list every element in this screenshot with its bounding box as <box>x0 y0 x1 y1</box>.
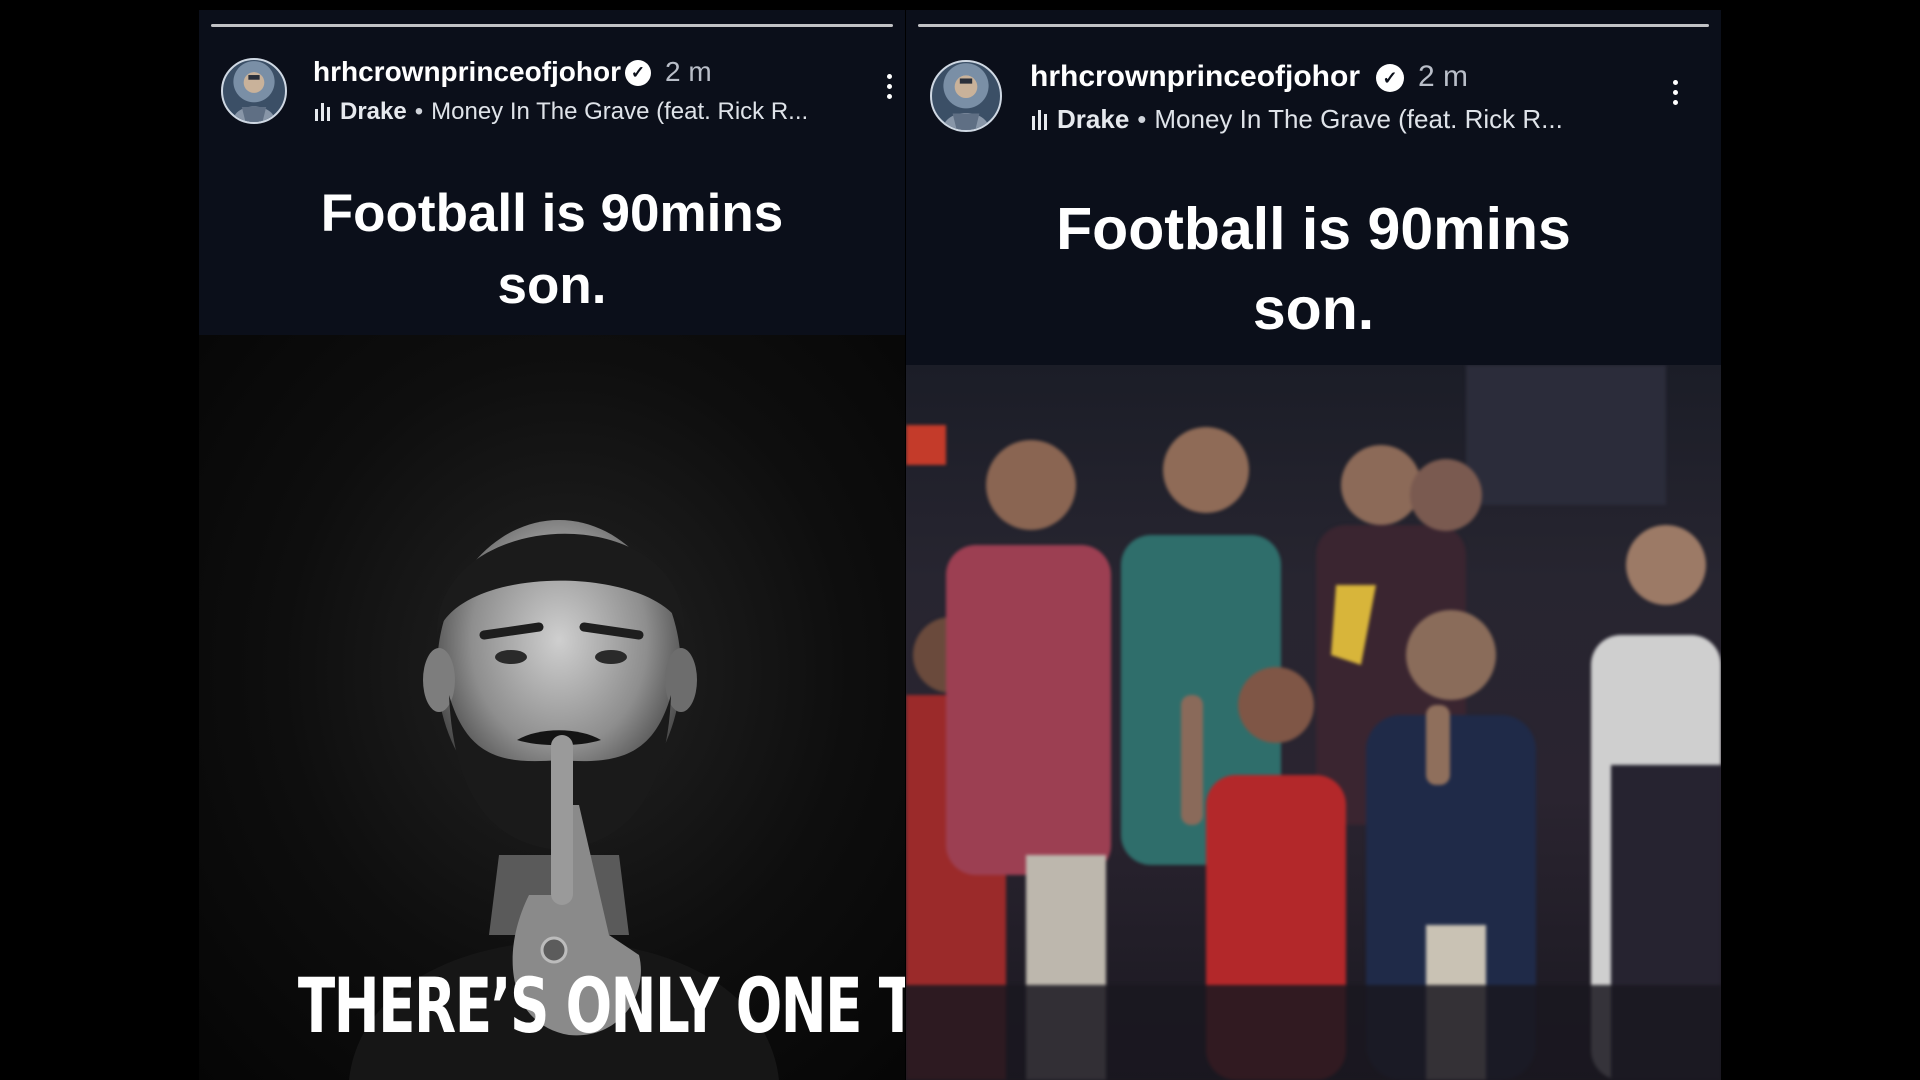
caption-line-1: Football is 90mins <box>1056 196 1571 262</box>
story-music-sticker[interactable]: Drake • Money In The Grave (feat. Rick R… <box>1032 104 1563 135</box>
music-bars-icon <box>315 103 330 121</box>
story-image-portrait: THERE’S ONLY ONE TMJ <box>199 335 905 1080</box>
music-song-title: Money In The Grave (feat. Rick R... <box>431 98 809 125</box>
story-caption: Football is 90mins son. <box>906 190 1721 349</box>
story-timestamp: 2 m <box>665 56 712 87</box>
story-username[interactable]: hrhcrownprinceofjohor <box>313 56 621 88</box>
music-separator: • <box>1137 104 1147 134</box>
more-options-icon[interactable] <box>1665 80 1685 105</box>
caption-line-2: son. <box>1252 275 1375 342</box>
stadium-crowd-illustration <box>906 365 1721 1080</box>
story-header: hrhcrownprinceofjohor ✓ 2 m Drake • Mone… <box>199 36 905 146</box>
verified-badge-icon: ✓ <box>625 60 651 86</box>
story-progress-bar <box>918 24 1709 27</box>
music-bars-icon <box>1032 109 1047 130</box>
more-options-icon[interactable] <box>879 74 899 99</box>
avatar[interactable] <box>221 58 287 124</box>
story-music-sticker[interactable]: Drake • Money In The Grave (feat. Rick R… <box>315 98 808 126</box>
story-right[interactable]: hrhcrownprinceofjohor ✓ 2 m Drake • Mone… <box>906 10 1721 1080</box>
story-progress-bar <box>211 24 893 27</box>
story-left[interactable]: hrhcrownprinceofjohor ✓ 2 m Drake • Mone… <box>199 10 905 1080</box>
caption-line-2: son. <box>497 255 607 315</box>
story-username[interactable]: hrhcrownprinceofjohor <box>1030 60 1360 94</box>
verified-badge-icon: ✓ <box>1376 64 1404 92</box>
music-separator: • <box>414 98 424 125</box>
story-caption: Football is 90mins son. <box>199 178 905 321</box>
story-timestamp: 2 m <box>1418 60 1469 93</box>
music-song-title: Money In The Grave (feat. Rick R... <box>1154 104 1563 134</box>
image-slogan-text: THERE’S ONLY ONE TMJ <box>297 961 905 1050</box>
story-header: hrhcrownprinceofjohor ✓ 2 m Drake • Mone… <box>906 36 1721 146</box>
music-artist: Drake <box>340 98 407 125</box>
music-artist: Drake <box>1057 104 1130 134</box>
avatar[interactable] <box>930 60 1002 132</box>
story-image-crowd <box>906 365 1721 1080</box>
caption-line-1: Football is 90mins <box>320 184 784 243</box>
